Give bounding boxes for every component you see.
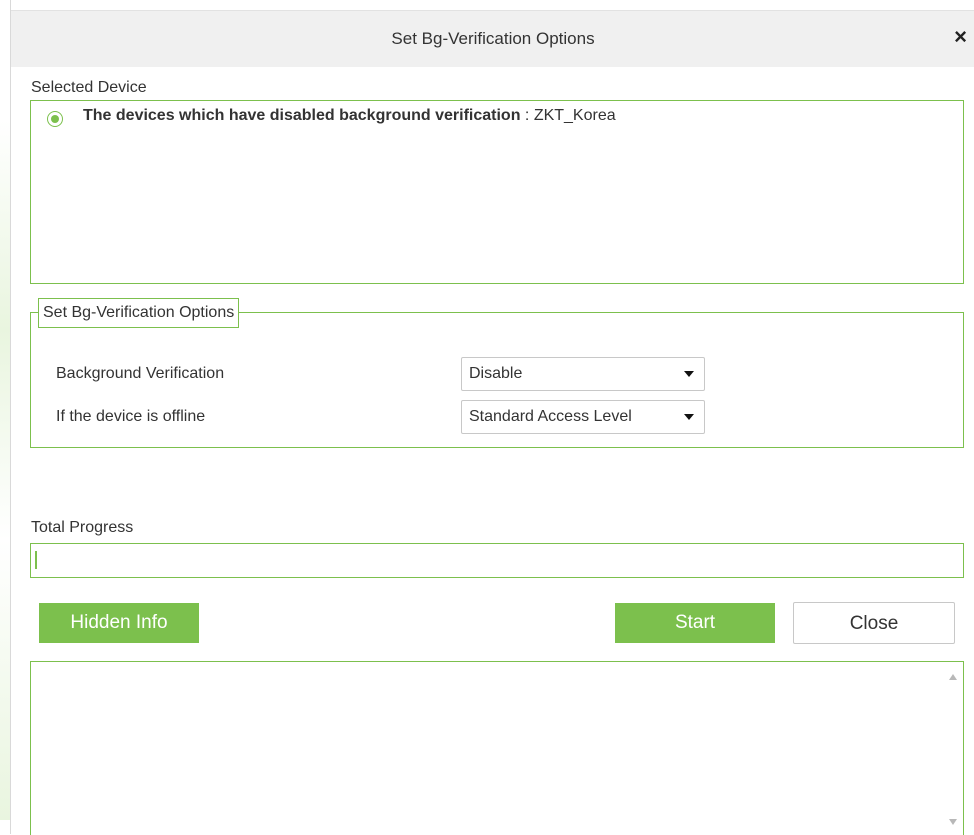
background-verification-value: Disable: [469, 365, 523, 382]
device-description: The devices which have disabled backgrou…: [83, 107, 521, 124]
scroll-up-icon[interactable]: [949, 674, 957, 680]
device-entry: The devices which have disabled backgrou…: [83, 107, 616, 125]
background-verification-label: Background Verification: [56, 365, 225, 382]
offline-label: If the device is offline: [56, 408, 206, 425]
close-icon[interactable]: ×: [954, 25, 967, 49]
chevron-down-icon: [684, 414, 694, 420]
device-radio[interactable]: [47, 111, 63, 127]
background-edge: [0, 120, 10, 820]
dialog-titlebar: Set Bg-Verification Options ×: [11, 10, 974, 67]
selected-device-label: Selected Device: [31, 79, 147, 96]
total-progress-label: Total Progress: [31, 519, 134, 536]
info-log-area[interactable]: [30, 661, 964, 835]
options-legend: Set Bg-Verification Options: [38, 298, 240, 328]
device-separator: :: [520, 107, 534, 124]
chevron-down-icon: [684, 371, 694, 377]
background-verification-select[interactable]: Disable: [461, 357, 705, 391]
log-scrollbar[interactable]: [945, 662, 963, 835]
total-progress-bar: [30, 543, 964, 578]
progress-fill: [35, 551, 37, 569]
close-button[interactable]: Close: [793, 602, 955, 644]
device-name: ZKT_Korea: [533, 107, 616, 124]
offline-select[interactable]: Standard Access Level: [461, 400, 705, 434]
dialog-title: Set Bg-Verification Options: [391, 29, 595, 48]
start-button[interactable]: Start: [615, 603, 775, 643]
hidden-info-button[interactable]: Hidden Info: [39, 603, 199, 643]
offline-value: Standard Access Level: [469, 408, 632, 425]
scroll-down-icon[interactable]: [949, 819, 957, 825]
bg-verification-dialog: Set Bg-Verification Options × Selected D…: [10, 0, 974, 835]
selected-device-box: The devices which have disabled backgrou…: [30, 100, 964, 284]
